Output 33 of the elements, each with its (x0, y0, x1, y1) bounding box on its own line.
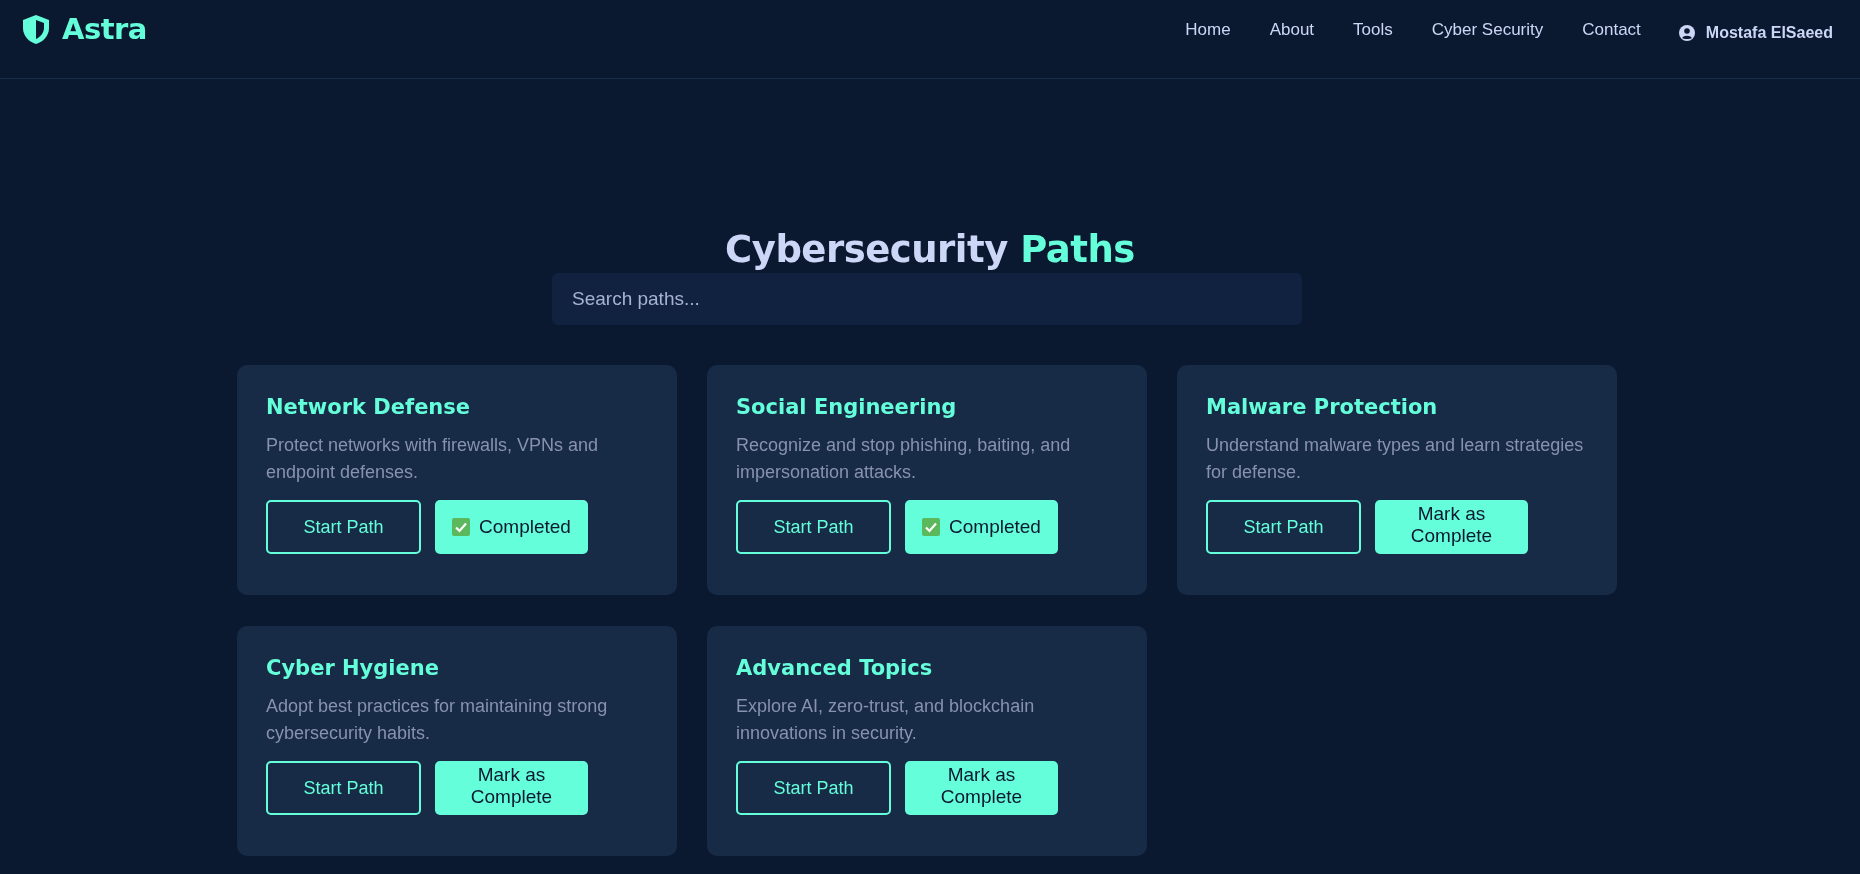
start-path-button[interactable]: Start Path (266, 761, 421, 815)
completed-button[interactable]: Completed (905, 500, 1058, 554)
nav-link[interactable]: Contact (1582, 19, 1641, 40)
path-description: Explore AI, zero-trust, and blockchain innovations in security. (736, 695, 1036, 745)
path-description: Recognize and stop phishing, baiting, and impersonation attacks. (736, 434, 1072, 484)
path-title: Cyber Hygiene (266, 656, 440, 680)
page-title: Cybersecurity Paths (725, 227, 1135, 273)
start-path-button[interactable]: Start Path (736, 761, 891, 815)
start-path-button[interactable]: Start Path (736, 500, 891, 554)
nav-link[interactable]: Tools (1353, 19, 1393, 40)
nav-link[interactable]: Home (1185, 19, 1231, 40)
mark-complete-button[interactable]: Mark as Complete (1375, 500, 1528, 554)
brand-name[interactable]: Astra (62, 12, 147, 46)
shield-icon (22, 13, 50, 45)
completed-button[interactable]: Completed (435, 500, 588, 554)
check-icon (922, 518, 941, 536)
mark-complete-button[interactable]: Mark as Complete (905, 761, 1058, 815)
user-name[interactable]: Mostafa ElSaeed (1705, 23, 1833, 42)
path-title: Network Defense (266, 395, 472, 419)
start-path-button[interactable]: Start Path (1206, 500, 1361, 554)
path-title: Malware Protection (1206, 395, 1439, 419)
path-description: Adopt best practices for maintaining strong cybersecurity habits. (266, 695, 609, 745)
user-icon (1678, 24, 1695, 41)
path-title: Social Engineering (736, 395, 958, 419)
mark-complete-button[interactable]: Mark as Complete (435, 761, 588, 815)
path-title: Advanced Topics (736, 656, 934, 680)
start-path-button[interactable]: Start Path (266, 500, 421, 554)
check-icon (452, 518, 471, 536)
nav-link[interactable]: Cyber Security (1431, 19, 1544, 40)
search-field[interactable]: Search paths... (552, 273, 1302, 325)
path-description: Protect networks with firewalls, VPNs and endpoint defenses. (266, 434, 600, 484)
path-description: Understand malware types and learn strategies for defense. (1206, 434, 1585, 484)
nav-link[interactable]: About (1269, 19, 1315, 40)
